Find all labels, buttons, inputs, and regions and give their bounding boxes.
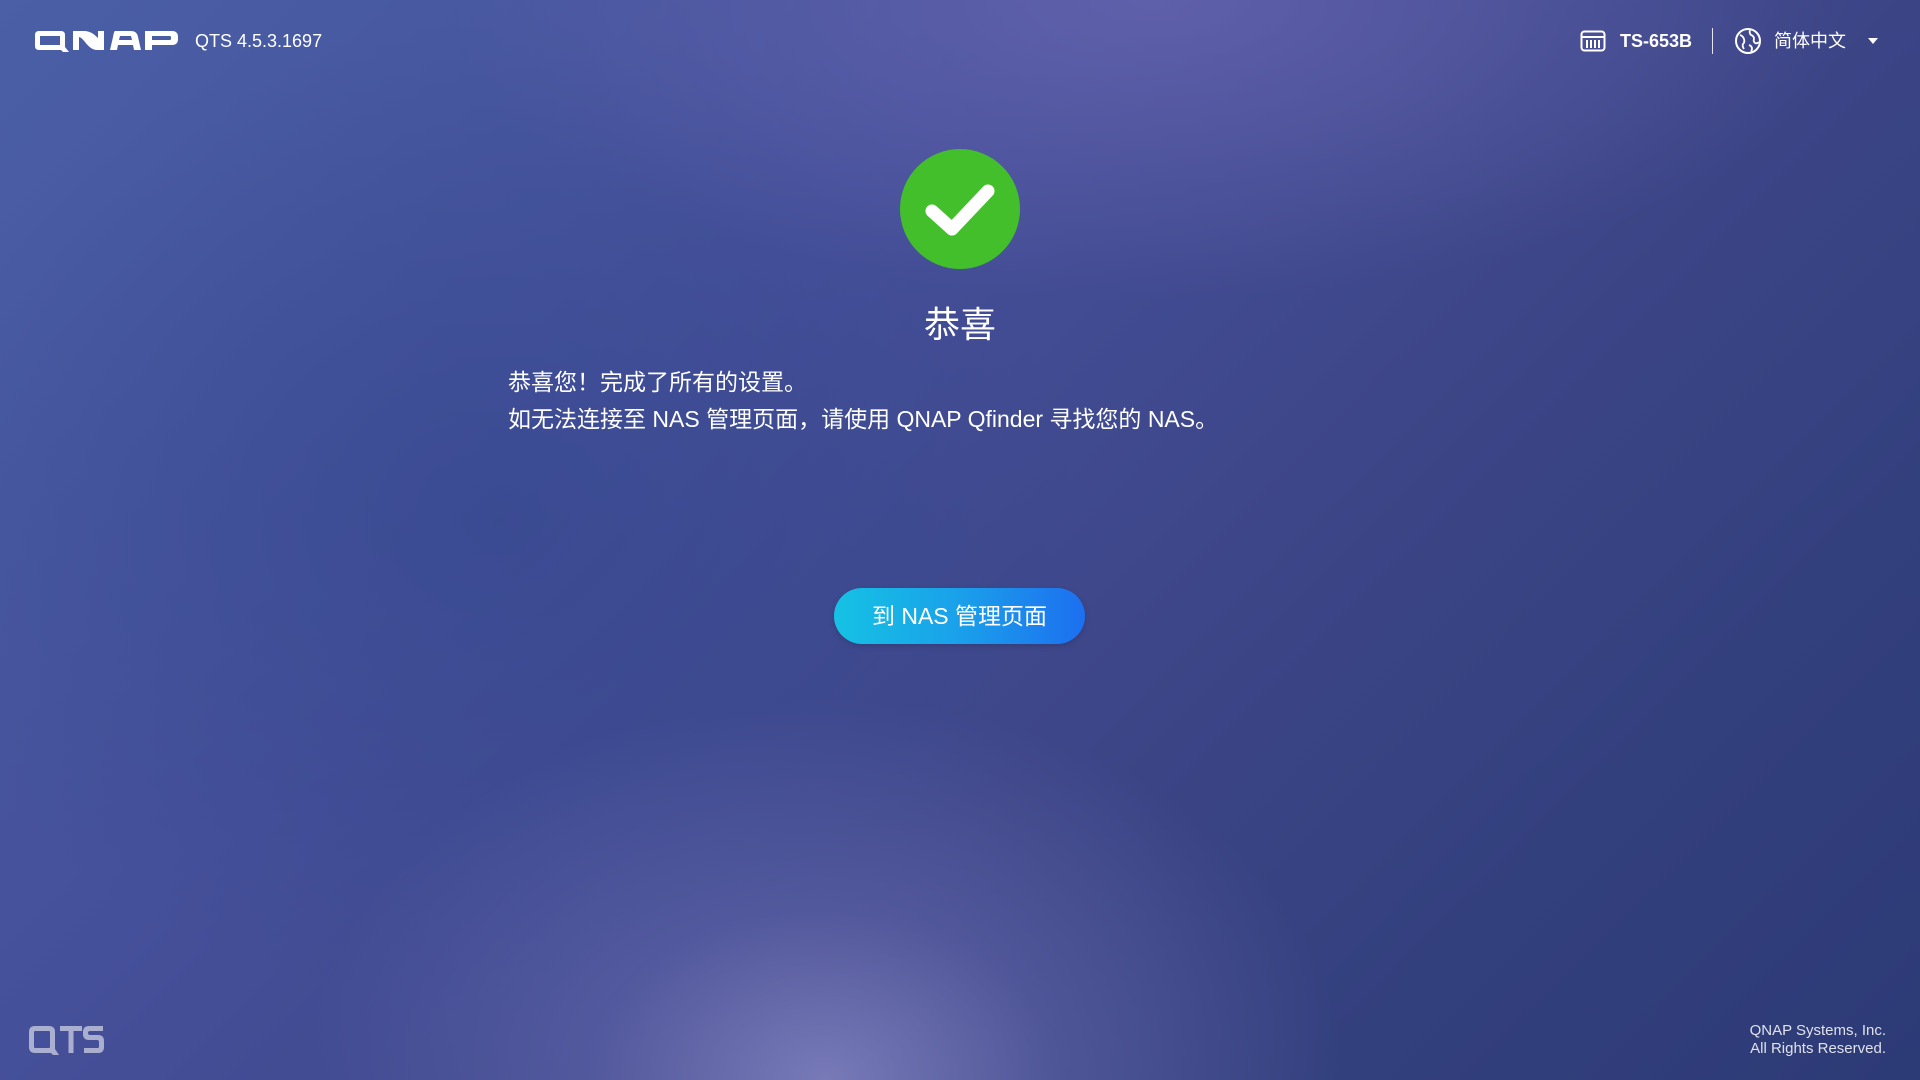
chevron-down-icon	[1868, 38, 1878, 44]
page-title: 恭喜	[923, 304, 996, 345]
success-check-icon	[900, 149, 1020, 269]
model-name: TS-653B	[1620, 31, 1693, 51]
qnap-logo	[35, 31, 178, 52]
rights-text: All Rights Reserved.	[1750, 1040, 1886, 1057]
device-model: TS-653B	[1580, 26, 1692, 56]
company-name: QNAP Systems, Inc.	[1749, 1022, 1886, 1039]
message-line-2: 如无法连接至 NAS 管理页面，请使用 QNAP Qfinder 寻找您的 NA…	[508, 406, 1219, 432]
header-divider	[1712, 28, 1713, 54]
language-label: 简体中文	[1774, 31, 1846, 51]
top-bar: QTS 4.5.3.1697 TS-653B 简体中文	[0, 0, 1920, 80]
go-to-nas-management-button[interactable]: 到 NAS 管理页面	[834, 588, 1085, 644]
message-line-1: 恭喜您！完成了所有的设置。	[508, 369, 807, 395]
copyright-notice: QNAP Systems, Inc. All Rights Reserved.	[1750, 1022, 1886, 1058]
completion-message: 恭喜您！完成了所有的设置。 如无法连接至 NAS 管理页面，请使用 QNAP Q…	[508, 364, 1408, 438]
nas-device-icon	[1580, 30, 1606, 52]
qts-logo	[29, 1026, 104, 1055]
globe-icon	[1735, 28, 1761, 54]
firmware-version: QTS 4.5.3.1697	[195, 31, 323, 51]
language-selector[interactable]: 简体中文	[1734, 26, 1878, 56]
